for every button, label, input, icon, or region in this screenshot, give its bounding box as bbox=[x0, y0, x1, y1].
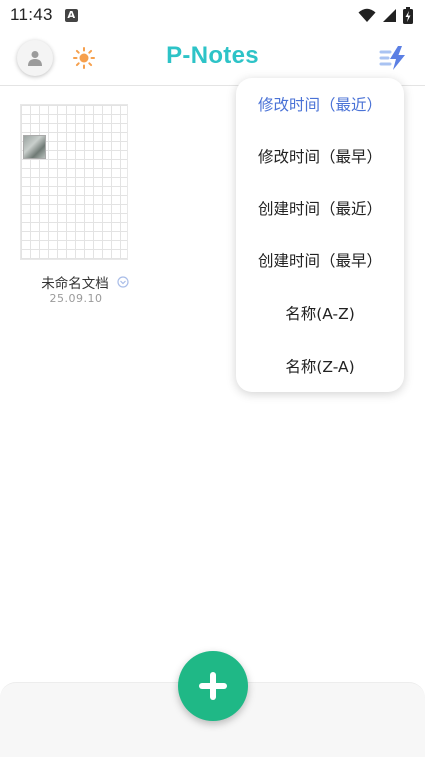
note-card[interactable]: 未命名文档 25.09.10 bbox=[20, 104, 132, 305]
note-title-row: 未命名文档 bbox=[20, 272, 132, 292]
sort-lightning-icon[interactable] bbox=[379, 44, 407, 72]
note-date: 25.09.10 bbox=[49, 292, 103, 305]
cellular-signal-icon bbox=[383, 8, 396, 22]
app-title: P-Notes bbox=[166, 42, 259, 69]
status-bar: 11:43 A bbox=[0, 0, 425, 30]
battery-charging-icon bbox=[403, 6, 413, 24]
note-thumbnail[interactable] bbox=[20, 104, 128, 260]
sort-option-modified-oldest[interactable]: 修改时间（最早） bbox=[236, 130, 404, 182]
thumbnail-image bbox=[23, 135, 46, 159]
sort-option-name-asc[interactable]: 名称(A-Z) bbox=[236, 287, 404, 339]
status-left: 11:43 A bbox=[10, 5, 78, 25]
sort-option-modified-newest[interactable]: 修改时间（最近） bbox=[236, 78, 404, 130]
sort-menu: 修改时间（最近） 修改时间（最早） 创建时间（最近） 创建时间（最早） 名称(A… bbox=[236, 78, 404, 392]
status-time: 11:43 bbox=[10, 5, 53, 24]
add-note-button[interactable] bbox=[178, 651, 248, 721]
sort-option-name-desc[interactable]: 名称(Z-A) bbox=[236, 340, 404, 392]
sort-option-created-oldest[interactable]: 创建时间（最早） bbox=[236, 234, 404, 286]
status-right bbox=[358, 6, 413, 24]
wifi-icon bbox=[358, 8, 376, 22]
note-title: 未命名文档 bbox=[41, 276, 109, 292]
chevron-down-circle-icon[interactable] bbox=[117, 276, 129, 288]
plus-icon bbox=[199, 672, 227, 700]
sort-option-created-newest[interactable]: 创建时间（最近） bbox=[236, 182, 404, 234]
a-notification-icon: A bbox=[64, 8, 78, 22]
